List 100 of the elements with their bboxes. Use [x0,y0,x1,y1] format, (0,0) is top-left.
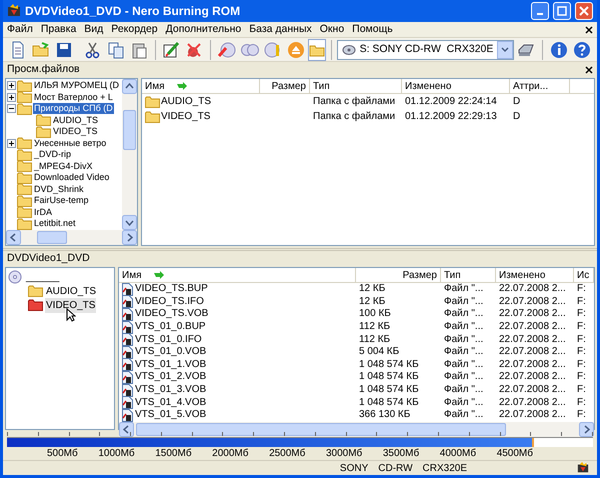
folder-icon [17,172,32,184]
close-icon[interactable] [585,66,593,74]
menu-item[interactable]: Рекордер [111,22,158,38]
close-icon[interactable] [585,26,593,34]
column-header[interactable]: Изменено [499,268,546,282]
column-header[interactable]: Имя [145,78,164,94]
tree-item[interactable]: FairUse-temp [33,195,90,206]
scrollbar[interactable] [119,422,594,437]
collapse-icon[interactable] [7,104,16,114]
video-file-icon [122,396,133,410]
menu-item[interactable]: Вид [84,22,104,38]
tree-item[interactable]: AUDIO_TS [52,114,100,126]
tree-item[interactable]: AUDIO_TS [45,284,98,298]
table-cell: Файл "... [444,309,484,320]
column-header[interactable]: Тип [444,268,461,282]
table-cell: F: [577,360,586,370]
tree-item[interactable]: Унесенные ветро [33,138,108,149]
scroll-arrow-button[interactable] [122,230,137,245]
video-file-icon [122,308,133,321]
table-cell: 22.07.2008 2... [499,347,566,358]
scrollbar[interactable] [6,230,137,245]
expand-icon[interactable] [7,138,16,148]
status-text: CD-RW [378,462,413,476]
table-cell: F: [577,334,586,345]
tree-item[interactable]: VIDEO_TS [52,126,99,138]
panel-title: Просм.файлов [7,62,81,78]
tree-item[interactable]: _DVD-rip [33,149,72,160]
table-cell: 5 004 КБ [359,347,400,358]
capacity-tick-label: 500Мб [47,447,78,461]
menu-item[interactable]: Помощь [352,22,393,38]
video-file-icon [122,408,133,422]
drive-dropdown[interactable]: S: SONY CD-RW CRX320E [336,40,514,60]
table-cell: Файл "... [444,360,484,370]
maximize-button[interactable] [553,2,571,20]
scroll-arrow-button[interactable] [6,230,21,245]
table-cell: Файл "... [444,398,484,408]
folder-icon [17,102,32,115]
folder-icon [145,110,160,122]
scroll-arrow-button[interactable] [119,422,134,437]
scrollbar[interactable] [122,79,137,230]
table-cell: 22.07.2008 2... [499,296,566,307]
expand-icon[interactable] [7,81,16,90]
scroll-arrow-button[interactable] [122,79,137,94]
menu-item[interactable]: Окно [320,22,344,38]
table-cell: Файл "... [444,296,484,307]
table-cell: F: [577,398,586,408]
table-cell: Файл "... [444,347,484,358]
scroll-arrow-button[interactable] [122,215,137,230]
table-cell: F: [577,410,586,420]
table-cell: F: [577,385,586,396]
menu-item[interactable]: Файл [7,22,33,38]
minimize-button[interactable] [531,2,549,20]
column-header[interactable]: Размер [272,78,306,94]
folder-icon [17,137,32,150]
tree-item[interactable]: ИЛЬЯ МУРОМЕЦ (D [33,80,120,92]
disc-label[interactable]: ______ [26,270,60,284]
capacity-tick-label: 3500Мб [382,447,420,461]
scroll-thumb[interactable] [136,422,506,436]
table-cell: VIDEO_TS.BUP [135,284,208,294]
sort-arrow-icon [153,270,166,280]
table-cell: VTS_01_2.VOB [135,372,206,382]
mouse-pointer-icon [66,308,76,322]
panel-title: DVDVideo1_DVD [6,251,91,266]
tree-item[interactable]: Мост Ватерлоо + L [33,92,114,103]
close-button[interactable] [575,2,593,20]
tree-item[interactable]: IrDA [33,206,53,218]
table-cell: 22.07.2008 2... [499,385,566,396]
folder-icon [17,91,32,104]
table-cell: Файл "... [444,385,484,396]
table-cell: 22.07.2008 2... [499,360,566,370]
menu-item[interactable]: Правка [40,22,76,38]
tree-item[interactable]: Downloaded Video [33,172,110,184]
capacity-tick-label: 2500Мб [269,447,306,461]
tree-item[interactable]: DVD_Shrink [33,184,85,195]
table-cell: Файл "... [444,410,484,420]
column-header[interactable]: Ис [577,268,590,282]
folder-icon [28,285,43,297]
menu-item[interactable]: Дополнительно [166,22,242,38]
table-cell: Файл "... [444,284,484,294]
tree-item[interactable]: Letitbit.net [33,218,77,230]
tree-item[interactable]: _MPEG4-DivX [33,160,94,172]
tree-item[interactable]: Пригороды СПб (D [33,103,114,114]
expand-icon[interactable] [7,92,16,102]
column-header[interactable]: Тип [313,78,330,94]
table-cell: F: [577,322,586,332]
folder-icon [17,218,32,230]
scroll-thumb[interactable] [36,231,66,244]
folder-icon [17,194,32,207]
table-cell-text: VIDEO_TS [161,110,210,124]
column-header[interactable]: Размер [402,268,437,282]
folder-icon [36,114,51,126]
scroll-thumb[interactable] [123,110,136,150]
tree-item[interactable]: VIDEO_TS [45,298,96,312]
scroll-arrow-button[interactable] [579,422,594,437]
menu-item[interactable]: База данных [249,22,312,38]
video-file-icon [122,295,133,308]
column-header[interactable]: Имя [122,268,142,282]
column-header[interactable]: Изменено [405,78,452,94]
column-header[interactable]: Аттри... [513,78,548,94]
folder-toggle-button[interactable] [308,38,326,60]
